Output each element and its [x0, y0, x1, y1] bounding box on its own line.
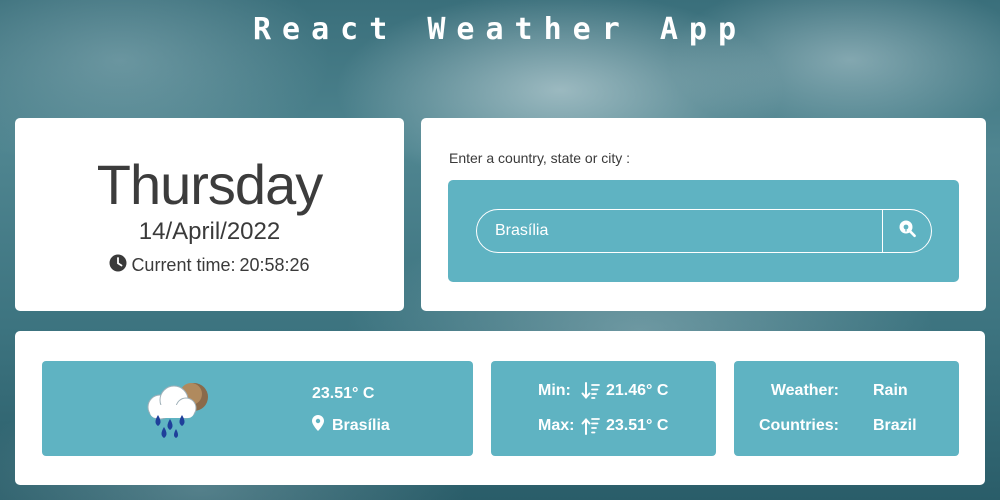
weather-label: Weather:	[770, 382, 839, 399]
max-value: 23.51° C	[606, 417, 669, 434]
max-row: Max: 23.51° C	[538, 417, 668, 435]
current-time-label: Current time:	[131, 255, 236, 275]
search-box	[476, 209, 932, 253]
min-max-tile: Min: 21.46° C Max: 23.51° C	[491, 361, 716, 456]
search-location-icon	[897, 219, 917, 244]
max-label: Max:	[538, 417, 575, 434]
day-name: Thursday	[96, 153, 323, 216]
city-row: Brasília	[312, 415, 390, 436]
city-name: Brasília	[332, 416, 390, 434]
current-temperature: 23.51° C	[312, 385, 375, 402]
current-time-row: Current time: 20:58:26	[15, 254, 404, 277]
clock-icon	[109, 254, 127, 277]
app-title: React Weather App	[252, 12, 748, 47]
sort-ascending-icon	[576, 417, 606, 435]
current-date: 14/April/2022	[138, 218, 281, 245]
countries-label: Countries:	[759, 417, 839, 434]
date-card: Thursday 14/April/2022 Current time: 20:…	[15, 118, 404, 311]
countries-value: Brazil	[873, 417, 917, 434]
rain-cloud-icon	[138, 375, 214, 441]
min-value: 21.46° C	[606, 382, 669, 399]
weather-result-card: 23.51° C Brasília Min: 21.46° C Max: 23.…	[15, 331, 985, 485]
min-label: Min:	[538, 382, 571, 399]
current-weather-tile: 23.51° C Brasília	[42, 361, 473, 456]
min-row: Min: 21.46° C	[538, 382, 668, 400]
sort-descending-icon	[576, 382, 606, 400]
search-card: Enter a country, state or city :	[421, 118, 986, 311]
search-button[interactable]	[883, 210, 931, 252]
weather-details-tile: Weather: Rain Countries: Brazil	[734, 361, 959, 456]
weather-value: Rain	[873, 382, 908, 399]
search-panel	[448, 180, 959, 282]
map-pin-icon	[312, 415, 324, 436]
search-input[interactable]	[477, 210, 882, 252]
current-time-value: 20:58:26	[239, 255, 310, 275]
search-label: Enter a country, state or city :	[449, 150, 631, 166]
